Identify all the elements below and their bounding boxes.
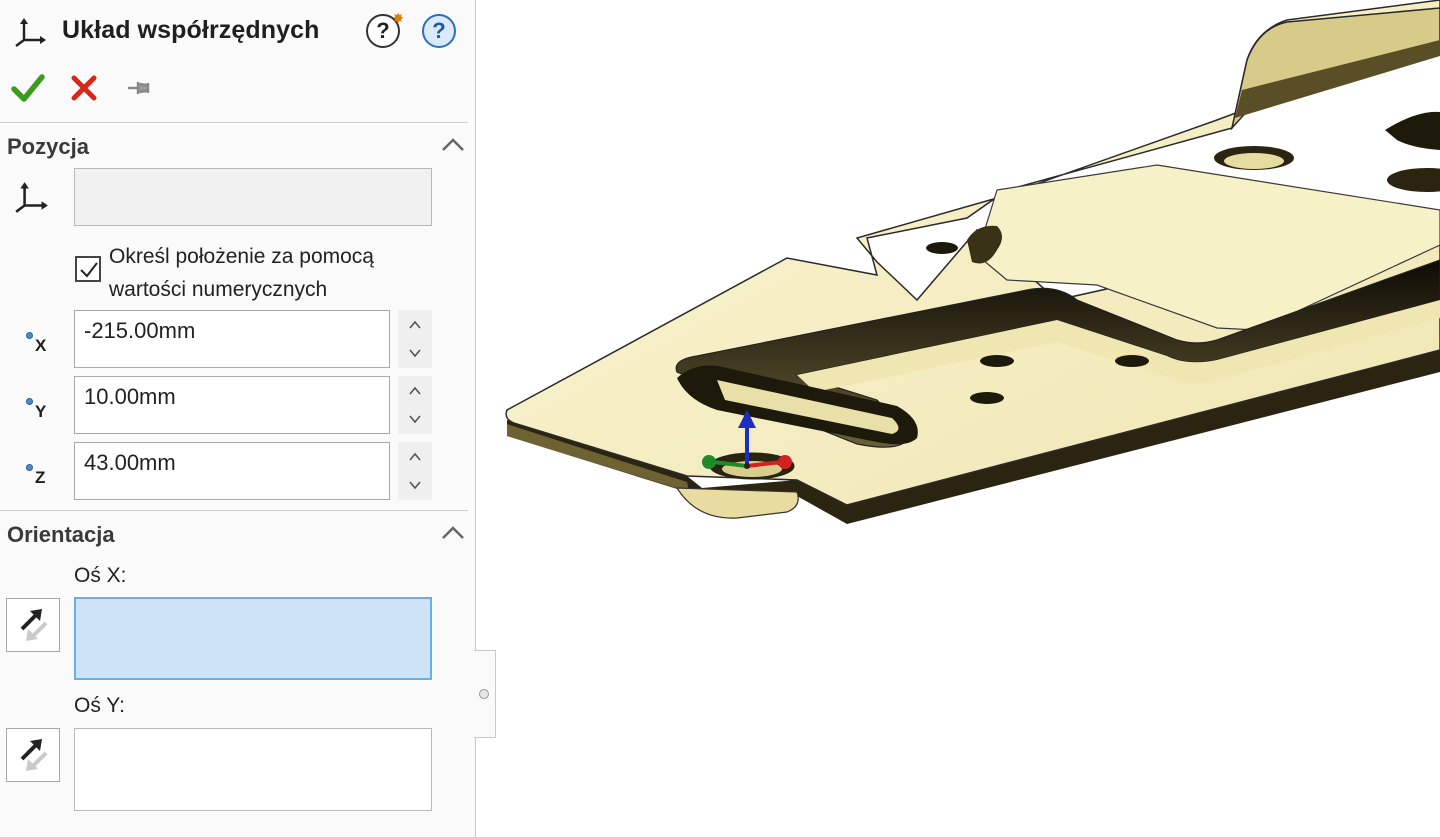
action-row <box>0 64 476 112</box>
sheet-metal-part[interactable] <box>505 0 1440 524</box>
front-lug <box>675 487 799 519</box>
position-section-title: Pozycja <box>7 134 89 159</box>
coordinate-system-icon <box>15 182 48 213</box>
hole-bottom <box>1224 153 1284 169</box>
whats-wrong-icon[interactable]: ? ✸ <box>366 10 404 48</box>
spin-down-icon[interactable] <box>406 478 424 492</box>
pocket-corner <box>1385 111 1440 150</box>
z-axis-label: Z <box>22 460 54 494</box>
point-icon <box>26 398 33 405</box>
spin-down-icon[interactable] <box>406 412 424 426</box>
spin-up-icon[interactable] <box>406 450 424 464</box>
triad-origin <box>744 463 750 469</box>
panel-title: Układ współrzędnych <box>62 16 320 44</box>
origin-selection-box[interactable] <box>74 168 432 226</box>
point-icon <box>26 464 33 471</box>
reverse-direction-icon <box>20 739 48 771</box>
coordinate-system-icon <box>15 18 46 47</box>
hole <box>1387 168 1440 192</box>
hole <box>980 355 1014 367</box>
x-axis-label: X <box>22 328 54 362</box>
y-spinner[interactable] <box>398 376 432 434</box>
reverse-x-direction-button[interactable] <box>6 598 60 652</box>
collapse-chevron-icon[interactable] <box>440 524 466 542</box>
y-axis-direction-label: Oś Y: <box>74 694 125 717</box>
reverse-direction-icon <box>20 609 48 641</box>
divider <box>0 510 468 511</box>
spin-down-icon[interactable] <box>406 346 424 360</box>
spin-up-icon[interactable] <box>406 318 424 332</box>
panel-resize-handle[interactable] <box>474 650 496 738</box>
hole <box>1115 355 1149 367</box>
help-icon[interactable]: ? <box>422 14 456 48</box>
checkmark-icon <box>80 262 98 278</box>
z-value-input[interactable]: 43.00mm <box>74 442 390 500</box>
spin-up-icon[interactable] <box>406 384 424 398</box>
whats-wrong-glyph: ? <box>376 18 390 43</box>
x-letter: X <box>35 336 47 355</box>
y-value-input[interactable]: 10.00mm <box>74 376 390 434</box>
reverse-y-direction-button[interactable] <box>6 728 60 782</box>
collapse-chevron-icon[interactable] <box>440 136 466 154</box>
y-axis-label: Y <box>22 394 54 428</box>
hole <box>970 392 1004 404</box>
spark-icon: ✸ <box>392 10 404 26</box>
cancel-x-icon[interactable] <box>66 70 102 106</box>
x-axis-direction-label: Oś X: <box>74 564 127 587</box>
x-axis-selection-box[interactable] <box>74 597 432 680</box>
help-glyph: ? <box>432 18 446 43</box>
divider <box>0 122 468 123</box>
property-manager-panel: Układ współrzędnych ? ✸ ? Pozycja Określ… <box>0 0 476 837</box>
x-value-input[interactable]: -215.00mm <box>74 310 390 368</box>
numeric-position-checkbox[interactable] <box>75 256 101 282</box>
triad-y-tip <box>702 455 716 469</box>
panel-header: Układ współrzędnych ? ✸ ? <box>0 0 476 62</box>
handle-knob[interactable] <box>479 689 489 699</box>
y-letter: Y <box>35 402 47 421</box>
hole <box>926 242 958 254</box>
graphics-viewport[interactable] <box>497 0 1440 837</box>
z-letter: Z <box>35 468 46 487</box>
point-icon <box>26 332 33 339</box>
triad-x-tip <box>778 455 792 469</box>
x-spinner[interactable] <box>398 310 432 368</box>
orientation-section-title: Orientacja <box>7 522 115 547</box>
z-spinner[interactable] <box>398 442 432 500</box>
y-axis-selection-box[interactable] <box>74 728 432 811</box>
pushpin-icon[interactable] <box>124 74 156 102</box>
numeric-position-label: Określ położenie za pomocą wartości nume… <box>109 245 374 301</box>
ok-check-icon[interactable] <box>10 70 46 106</box>
